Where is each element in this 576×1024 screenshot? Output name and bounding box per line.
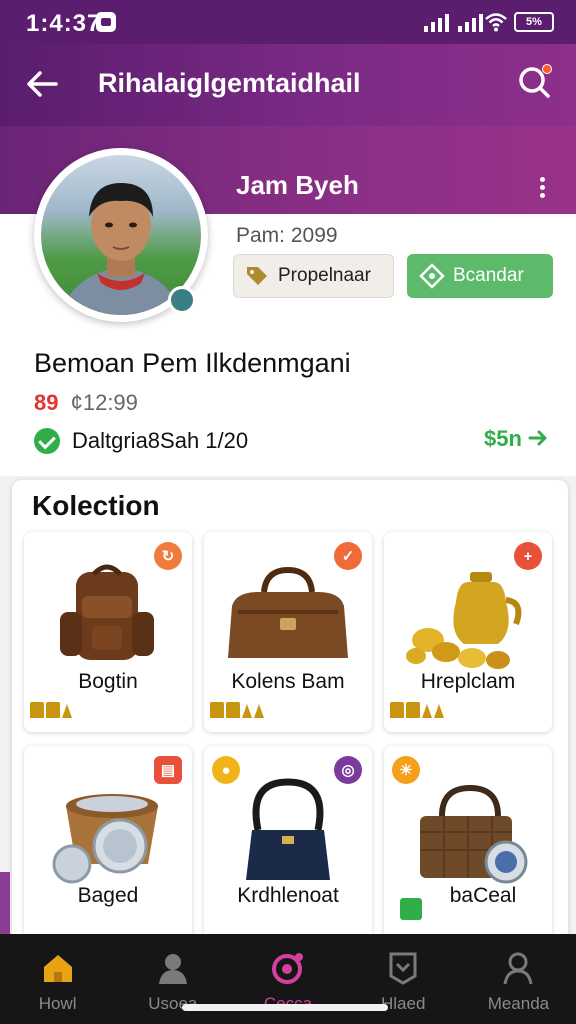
backpack-icon [60,564,154,660]
notification-dot [542,64,552,74]
collection-item[interactable]: ● ◎ Krdhlenoat [204,746,372,946]
avatar-edit-icon[interactable] [168,286,196,314]
notification-app-icon [96,12,116,32]
page-title: Rihalaiglgemtaidhail [98,68,361,98]
basket-icon [52,794,158,884]
collection-title: Kolection [32,490,160,521]
home-indicator[interactable] [182,1004,388,1011]
primary-action-button[interactable]: Propelnaar [233,254,394,298]
collection-item[interactable]: ▤ Baged [24,746,192,946]
price-row: 89 ¢12:99 [34,390,138,416]
nav-item-profile[interactable]: Meanda [461,934,576,1024]
nav-label: Howl [38,994,77,1013]
back-button[interactable] [22,64,62,104]
profile-points: Pam: 2099 [236,224,338,247]
profile-name: Jam Byeh [236,170,359,200]
rank-icon [390,702,444,718]
person-icon [158,954,187,984]
secondary-action-button[interactable]: Bcandar [407,254,553,298]
rank-icon [30,702,72,718]
verified-link[interactable]: $5n [484,426,548,452]
leather-bag-icon [420,784,528,884]
status-time: 1:4:37 [26,10,102,37]
collection-item[interactable]: ✓ Kolens Bam [204,532,372,732]
price-old: 89 [34,390,59,415]
collection-item[interactable]: ☀ baCeal [384,746,552,946]
verified-row: Daltgria8Sah 1/20 [34,428,248,454]
bag-icon [228,566,348,658]
ticket-icon [400,898,422,920]
treasure-icon [406,572,522,669]
item-label: Kolens Bam [231,670,345,693]
badge-icon [389,952,417,985]
tag-icon [247,267,267,285]
battery-icon: 5% [514,12,554,32]
camera-icon [272,953,303,984]
item-label: Krdhlenoat [237,884,339,907]
more-options-button[interactable] [530,174,554,202]
secondary-action-label: Bcandar [453,265,524,286]
member-title: Bemoan Pem Ilkdenmgani [34,348,351,378]
ticket-icon [419,263,445,289]
signal-icon [424,12,483,32]
check-icon [34,428,60,454]
status-bar: 1:4:37 5% [0,0,576,44]
arrow-right-icon [528,430,547,446]
primary-action-label: Propelnaar [278,265,371,286]
rank-icon [210,702,264,718]
collection-item[interactable]: + Hreplclam [384,532,552,732]
nav-label: Meanda [487,994,550,1013]
item-label: Baged [77,884,139,907]
home-icon [43,955,72,982]
verified-link-label: $5n [484,426,522,451]
nav-item-home[interactable]: Howl [0,934,115,1024]
item-label: Bogtin [78,670,138,693]
verified-text: Daltgria8Sah 1/20 [72,428,249,453]
search-button[interactable] [514,62,554,102]
item-label: Hreplclam [420,670,516,693]
wifi-icon [485,13,507,32]
collection-item[interactable]: ↻ Bogtin [24,532,192,732]
app-bar: Rihalaiglgemtaidhail [0,44,576,126]
profile-icon [503,952,533,985]
handbag-icon [246,778,330,880]
side-accent [0,872,10,934]
price-new: ¢12:99 [70,390,138,415]
